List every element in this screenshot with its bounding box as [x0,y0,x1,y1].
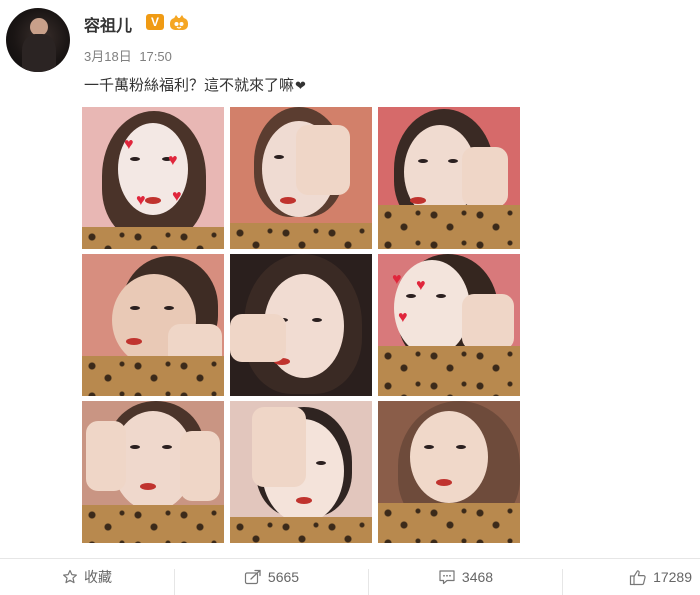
post-meta: 3月18日 17:50 [84,46,176,65]
photo-3[interactable] [378,107,520,249]
verified-badge-icon: V [146,14,164,30]
black-heart-icon: ❤ [295,78,306,93]
avatar[interactable] [6,8,70,72]
photo-5[interactable] [230,254,372,396]
post-text: 一千萬粉絲福利？這不就來了嘛❤ [84,74,306,95]
photo-grid: ♥ ♥ ♥ ♥ ♥ ♥ ♥ [82,107,522,543]
avatar-body [22,34,56,72]
comment-count: 3468 [461,569,494,585]
photo-6[interactable]: ♥ ♥ ♥ [378,254,520,396]
share-icon [244,569,261,585]
favorite-label: 收藏 [84,569,112,585]
favorite-button[interactable]: 收藏 [0,559,174,595]
repost-count: 5665 [267,569,300,585]
photo-8[interactable] [230,401,372,543]
star-icon [63,569,77,584]
photo-1[interactable]: ♥ ♥ ♥ ♥ [82,107,224,249]
photo-2[interactable] [230,107,372,249]
comment-icon [439,570,455,585]
photo-9[interactable] [378,401,520,543]
photo-7[interactable] [82,401,224,543]
like-button[interactable]: 17289 [563,559,700,595]
like-count: 17289 [653,569,692,585]
repost-button[interactable]: 5665 [175,559,368,595]
thumbs-up-icon [629,569,646,585]
post-text-body: 一千萬粉絲福利？這不就來了嘛 [84,77,295,94]
action-bar: 收藏 5665 3468 17289 [0,559,700,595]
crown-badge-icon [170,15,188,30]
photo-4[interactable] [82,254,224,396]
comment-button[interactable]: 3468 [369,559,562,595]
post-date[interactable]: 3月18日 [84,49,132,64]
weibo-post: 容祖儿 V 3月18日 17:50 一千萬粉絲福利？這不就來了嘛❤ ♥ ♥ ♥ … [0,0,700,595]
username[interactable]: 容祖儿 [84,12,132,36]
post-time[interactable]: 17:50 [139,49,172,64]
